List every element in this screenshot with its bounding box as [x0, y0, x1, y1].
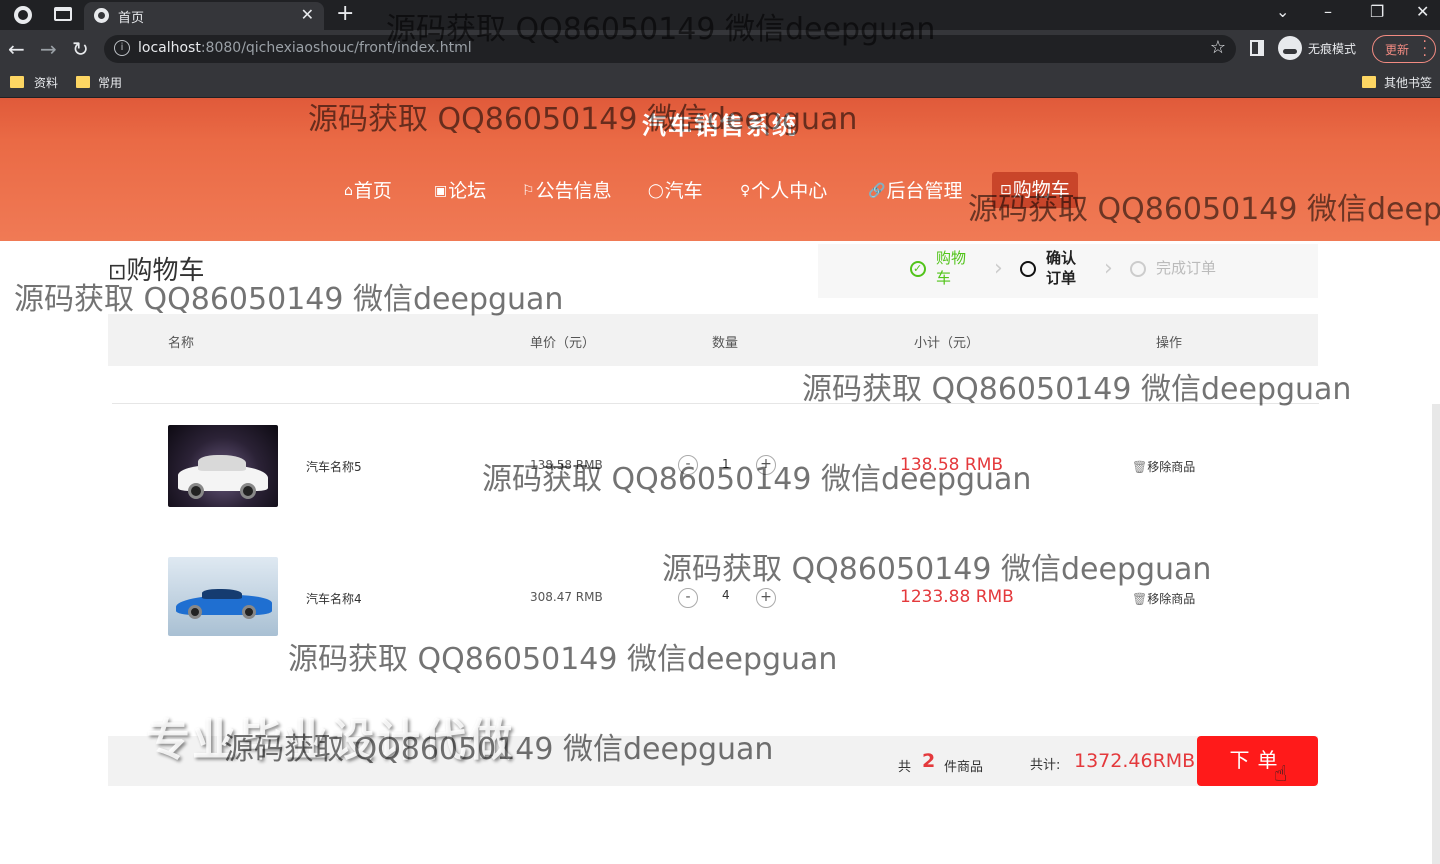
cart-table-header: 名称 单价（元） 数量 小计（元） 操作	[108, 314, 1318, 366]
remove-item-button[interactable]: 🗑移除商品	[1132, 590, 1195, 607]
restore-icon[interactable]: ❐	[1370, 2, 1384, 21]
remove-label: 移除商品	[1147, 592, 1196, 606]
hand-cursor-icon: ☝	[1274, 762, 1288, 787]
item-price: 308.47 RMB	[530, 590, 603, 604]
reload-icon[interactable]: ↻	[72, 37, 89, 61]
tab-list-chevron-icon[interactable]: ⌄	[1276, 2, 1289, 21]
item-subtotal: 1233.88 RMB	[900, 587, 1014, 607]
nav-home[interactable]: ⌂首页	[344, 176, 392, 206]
incognito-indicator[interactable]: 无痕模式	[1278, 36, 1368, 62]
nav-label: 公告信息	[535, 180, 612, 202]
circle-icon	[1130, 261, 1146, 277]
tab-title: 首页	[118, 11, 145, 26]
remove-label: 移除商品	[1147, 460, 1196, 474]
item-count-suffix: 件商品	[944, 760, 984, 775]
tab-search-icon[interactable]	[54, 7, 72, 21]
step-label: 确认订单	[1046, 249, 1077, 287]
qty-increase-button[interactable]: +	[756, 588, 776, 608]
flag-icon: ⚐	[522, 183, 535, 199]
bookmark-folder-resources[interactable]: 资料	[34, 74, 58, 91]
item-count-prefix: 共	[898, 760, 912, 775]
nav-label: 论坛	[448, 180, 487, 202]
nav-label: 后台管理	[886, 180, 963, 202]
trash-icon: 🗑	[1132, 460, 1148, 474]
car-icon: ◯	[648, 183, 664, 199]
watermark-text: 源码获取 QQ86050149 微信deepguan	[288, 642, 838, 677]
nav-profile[interactable]: ♀个人中心	[740, 176, 827, 206]
item-name: 汽车名称4	[306, 592, 362, 606]
menu-dots-icon: · · ·	[1422, 34, 1427, 64]
item-count: 2	[922, 750, 936, 772]
car-thumbnail[interactable]	[168, 425, 278, 507]
watermark-text: 源码获取 QQ86050149 微信deepguan	[14, 282, 564, 317]
watermark-text: 源码获取 QQ86050149 微信deepguan	[224, 732, 774, 767]
qty-value[interactable]: 4	[722, 588, 730, 602]
page-scrollbar[interactable]	[1432, 404, 1440, 864]
step-label: 完成订单	[1156, 259, 1217, 277]
total-value: 1372.46RMB	[1074, 750, 1196, 772]
column-header: 小计（元）	[914, 336, 980, 351]
nav-forum[interactable]: ▣论坛	[434, 176, 486, 206]
item-name: 汽车名称5	[306, 460, 362, 474]
update-button[interactable]: 更新 · · ·	[1372, 35, 1436, 63]
nav-label: 个人中心	[751, 180, 828, 202]
incognito-label: 无痕模式	[1308, 42, 1357, 56]
incognito-icon	[1278, 36, 1302, 60]
bookmark-folder-common[interactable]: 常用	[98, 74, 122, 91]
window-close-icon[interactable]: ✕	[1416, 2, 1429, 21]
back-arrow-icon[interactable]: ←	[8, 37, 25, 61]
column-header: 单价（元）	[530, 336, 596, 351]
watermark-text: 源码获取 QQ86050149 微信deepguan	[968, 192, 1440, 227]
folder-icon	[1362, 76, 1376, 88]
bookmark-star-icon[interactable]: ☆	[1210, 37, 1226, 58]
link-icon: 🔗	[868, 183, 886, 199]
new-tab-icon[interactable]: +	[336, 1, 354, 26]
nav-admin[interactable]: 🔗后台管理	[868, 176, 962, 206]
tab-close-icon[interactable]: ✕	[301, 5, 314, 24]
folder-icon	[76, 76, 90, 88]
nav-label: 首页	[353, 180, 392, 202]
nav-label: 汽车	[664, 180, 703, 202]
side-panel-icon[interactable]	[1250, 40, 1264, 56]
chevron-right-icon: ›	[1104, 256, 1113, 281]
watermark-text: 源码获取 QQ86050149 微信deepguan	[662, 552, 1212, 587]
remove-item-button[interactable]: 🗑移除商品	[1132, 458, 1195, 475]
other-bookmarks[interactable]: 其他书签	[1384, 74, 1432, 91]
browser-tab[interactable]: 首页 ✕	[84, 2, 324, 30]
watermark-text: 源码获取 QQ86050149 微信deepguan	[386, 12, 936, 47]
forum-icon: ▣	[434, 183, 448, 199]
order-steps: 购物车 › 确认订单 › 完成订单	[818, 244, 1318, 298]
nav-cars[interactable]: ◯汽车	[648, 176, 703, 206]
column-header: 名称	[168, 336, 195, 351]
qty-decrease-button[interactable]: -	[678, 588, 698, 608]
watermark-text: 源码获取 QQ86050149 微信deepguan	[308, 102, 858, 137]
update-label: 更新	[1385, 43, 1410, 57]
column-header: 数量	[712, 336, 739, 351]
tab-favicon-icon	[94, 8, 109, 23]
check-circle-icon	[910, 259, 926, 279]
total-label: 共计:	[1030, 758, 1061, 773]
car-thumbnail[interactable]	[168, 557, 278, 636]
chevron-right-icon: ›	[994, 256, 1003, 281]
place-order-button[interactable]: 下单	[1197, 736, 1318, 786]
watermark-text: 源码获取 QQ86050149 微信deepguan	[482, 462, 1032, 497]
circle-icon	[1020, 261, 1036, 277]
column-header: 操作	[1156, 336, 1183, 351]
site-info-icon[interactable]: i	[114, 40, 130, 56]
watermark-text: 源码获取 QQ86050149 微信deepguan	[802, 372, 1352, 407]
forward-arrow-icon[interactable]: →	[40, 37, 57, 61]
folder-icon	[10, 76, 24, 88]
trash-icon: 🗑	[1132, 592, 1148, 606]
nav-announcements[interactable]: ⚐公告信息	[522, 176, 612, 206]
minimize-icon[interactable]: –	[1324, 2, 1332, 21]
user-icon: ♀	[740, 183, 751, 199]
browser-globe-icon[interactable]	[14, 6, 32, 24]
home-icon: ⌂	[344, 183, 353, 199]
step-label: 购物车	[936, 249, 967, 287]
